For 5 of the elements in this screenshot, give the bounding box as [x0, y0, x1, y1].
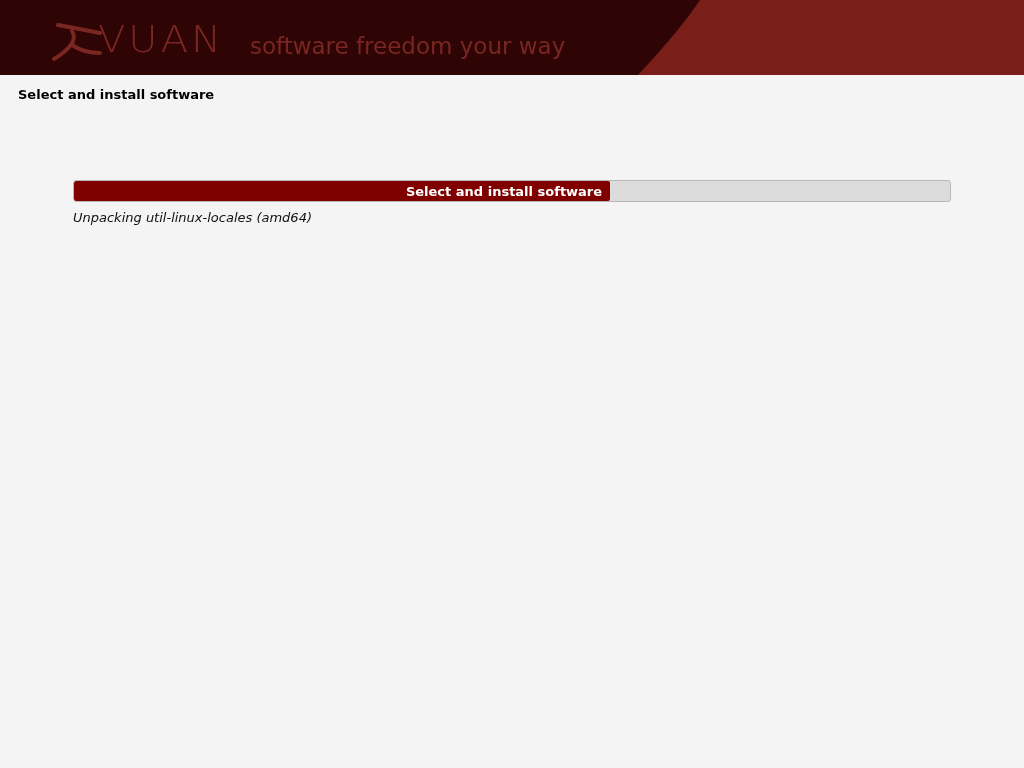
- tagline: software freedom your way: [249, 35, 566, 58]
- logo-text: VUAN: [98, 20, 224, 58]
- progress-label: Select and install software: [405, 183, 604, 199]
- status-text: Unpacking util-linux-locales (amd64): [73, 210, 313, 225]
- page-title: Select and install software: [17, 86, 216, 102]
